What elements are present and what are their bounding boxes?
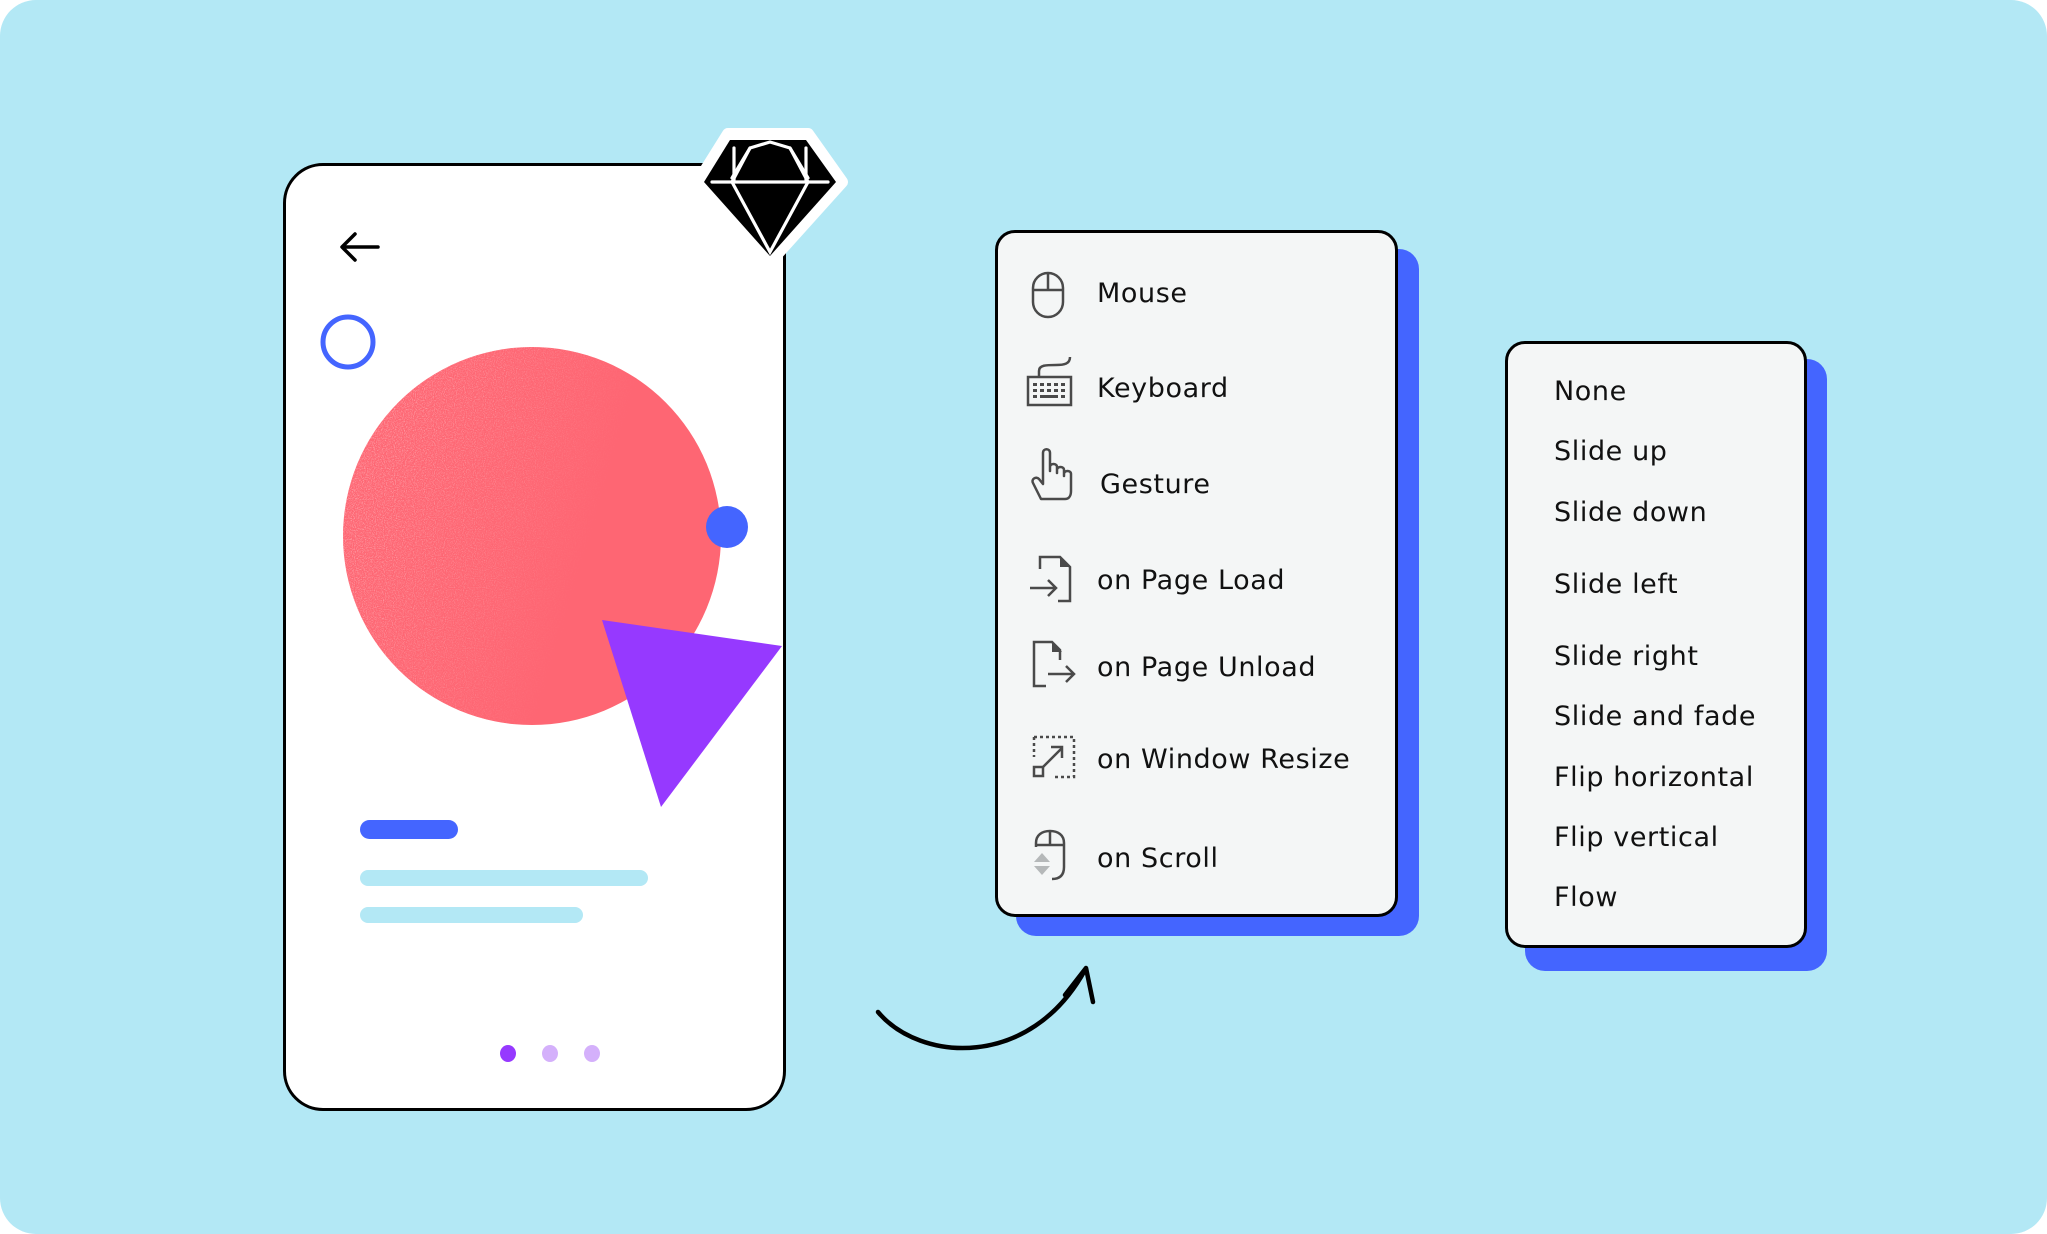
pagination-dot[interactable] [542, 1045, 558, 1062]
menu-item-keyboard[interactable]: Keyboard [998, 343, 1394, 423]
menu-item-label: on Window Resize [1097, 744, 1351, 775]
menu-option-slide-right[interactable]: Slide right [1554, 643, 1699, 670]
menu-option-slide-left[interactable]: Slide left [1554, 571, 1678, 598]
menu-option-slide-and-fade[interactable]: Slide and fade [1554, 703, 1756, 730]
text-placeholder-bar [360, 870, 648, 886]
menu-option-slide-up[interactable]: Slide up [1554, 438, 1668, 465]
menu-item-gesture[interactable]: Gesture [998, 433, 1394, 523]
menu-item-label: Gesture [1100, 469, 1211, 500]
menu-item-mouse[interactable]: Mouse [998, 253, 1394, 333]
animation-menu: None Slide up Slide down Slide left Slid… [1505, 341, 1827, 971]
illustration-canvas: Mouse Keyboard Gesture on Page Load on P… [0, 0, 2047, 1234]
mouse-scroll-icon [1034, 829, 1066, 881]
menu-item-label: Keyboard [1097, 373, 1229, 404]
text-placeholder-bar [360, 907, 583, 923]
sketch-diamond-icon [692, 128, 848, 268]
mouse-icon [1031, 271, 1065, 319]
animation-menu-panel: None Slide up Slide down Slide left Slid… [1505, 341, 1807, 948]
menu-item-page-load[interactable]: on Page Load [998, 533, 1394, 623]
menu-option-flip-horizontal[interactable]: Flip horizontal [1554, 764, 1754, 791]
menu-item-label: on Scroll [1097, 843, 1219, 874]
menu-item-page-unload[interactable]: on Page Unload [998, 628, 1394, 708]
window-resize-icon [1032, 735, 1076, 779]
phone-mockup [283, 163, 786, 1111]
menu-option-slide-down[interactable]: Slide down [1554, 499, 1707, 526]
pagination-dot-active[interactable] [500, 1045, 516, 1062]
menu-item-label: on Page Load [1097, 565, 1286, 596]
menu-item-scroll[interactable]: on Scroll [998, 813, 1394, 898]
page-unload-icon [1032, 640, 1076, 688]
menu-item-label: Mouse [1097, 278, 1188, 309]
keyboard-icon [1026, 356, 1073, 407]
flow-arrow-icon [875, 965, 1096, 1051]
trigger-menu: Mouse Keyboard Gesture on Page Load on P… [995, 230, 1419, 936]
menu-option-flip-vertical[interactable]: Flip vertical [1554, 824, 1719, 851]
blue-dot-shape [706, 506, 748, 548]
page-load-icon [1030, 555, 1072, 603]
menu-item-window-resize[interactable]: on Window Resize [998, 718, 1394, 803]
title-placeholder-bar [360, 820, 458, 839]
hand-pointer-icon [1031, 448, 1073, 501]
menu-option-none[interactable]: None [1554, 378, 1627, 405]
trigger-menu-panel: Mouse Keyboard Gesture on Page Load on P… [995, 230, 1398, 917]
arrow-left-icon[interactable] [338, 230, 382, 264]
menu-option-flow[interactable]: Flow [1554, 884, 1618, 911]
purple-triangle-shape [602, 620, 782, 807]
pagination-dot[interactable] [584, 1045, 600, 1062]
menu-item-label: on Page Unload [1097, 652, 1317, 683]
